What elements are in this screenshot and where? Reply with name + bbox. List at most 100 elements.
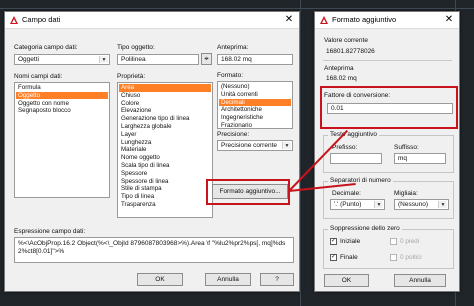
preview-value: 168.02 mq: [221, 56, 252, 63]
close-button[interactable]: ✕: [282, 13, 296, 27]
thousands-combo[interactable]: (Nessuno) ▼: [394, 199, 449, 210]
dialog-title: Campo dati: [22, 15, 61, 24]
ok-button[interactable]: OK: [324, 274, 369, 287]
current-value-label: Valore corrente: [324, 37, 368, 44]
property-item[interactable]: Colore: [119, 100, 211, 108]
properties-label: Proprietà:: [117, 73, 146, 80]
chevron-down-icon: ▼: [374, 201, 383, 208]
precision-combo[interactable]: Precisione corrente ▼: [217, 140, 293, 151]
property-item[interactable]: Larghezza globale: [119, 123, 211, 131]
zero-suppression-label: Soppressione dello zero: [328, 225, 402, 232]
decimal-label: Decimale:: [332, 190, 361, 197]
property-item[interactable]: Lunghezza: [119, 139, 211, 147]
final-checkbox[interactable]: ✓: [330, 254, 337, 261]
dialog-title: Formato aggiuntivo: [332, 15, 397, 24]
autocad-logo-icon: [10, 16, 18, 24]
format-item[interactable]: Architettoniche: [219, 106, 291, 114]
property-item[interactable]: Trasparenza: [119, 201, 211, 209]
precision-label: Precisione:: [217, 131, 250, 138]
chevron-down-icon: ▼: [438, 201, 447, 208]
inches-label: 0 pollici: [400, 254, 422, 261]
category-combo[interactable]: Oggetti ▼: [14, 54, 110, 65]
decimal-combo[interactable]: '.' (Punto) ▼: [330, 199, 385, 210]
property-item[interactable]: Nome oggetto: [119, 154, 211, 162]
initial-checkbox[interactable]: ✓: [330, 238, 337, 245]
property-item[interactable]: Spessore di linea: [119, 178, 211, 186]
field-name-item[interactable]: Segnaposto blocco: [16, 107, 108, 115]
suffix-input[interactable]: mq: [394, 153, 446, 164]
property-item[interactable]: Layer: [119, 131, 211, 139]
close-button[interactable]: ✕: [442, 13, 456, 27]
property-item[interactable]: Area: [119, 84, 211, 92]
field-name-item[interactable]: Oggetto: [16, 91, 108, 100]
property-item[interactable]: Stile di stampa: [119, 185, 211, 193]
property-item[interactable]: Materiale: [119, 146, 211, 154]
property-item[interactable]: Generazione tipo di linea: [119, 115, 211, 123]
properties-list[interactable]: Area Chiuso Colore Elevazione Generazione ti…: [117, 82, 213, 218]
thousands-value: (Nessuno): [398, 201, 428, 208]
expression-value: %<\AcObjProp.16.2 Object(%<\_ObjId 87960…: [18, 240, 286, 255]
preview-label: Anteprima:: [217, 44, 249, 51]
format-item[interactable]: Decimali: [219, 98, 291, 107]
preview-value: 168.02 mq: [326, 75, 357, 82]
initial-label: Iniziale: [340, 238, 361, 245]
format-list[interactable]: (Nessuno) Unità correnti Decimali Architett…: [217, 81, 293, 129]
inches-checkbox[interactable]: [390, 254, 397, 261]
precision-value: Precisione corrente: [221, 142, 277, 149]
cad-grid-line: [0, 8, 474, 9]
field-name-item[interactable]: Formula: [16, 84, 108, 92]
format-item[interactable]: (Nessuno): [219, 83, 291, 91]
field-name-item[interactable]: Oggetto con nome: [16, 100, 108, 108]
property-item[interactable]: Scala tipo di linea: [119, 162, 211, 170]
field-names-list[interactable]: Formula Oggetto Oggetto con nome Segnaposto…: [14, 82, 110, 198]
property-item[interactable]: Elevazione: [119, 107, 211, 115]
ok-button[interactable]: OK: [137, 273, 183, 286]
object-type-value: Polilinea: [121, 56, 146, 63]
category-label: Categoria campo dati:: [14, 44, 78, 51]
campo-dati-dialog: Campo dati ✕ Categoria campo dati: Ogget…: [4, 11, 300, 292]
object-type-field[interactable]: Polilinea: [117, 54, 199, 65]
additional-text-label: Testo aggiuntivo: [328, 131, 379, 138]
titlebar: Campo dati ✕: [5, 12, 299, 29]
annotation-box-additional-format: [206, 179, 290, 205]
feet-label: 0 piedi: [400, 238, 420, 245]
preview-label: Anteprima: [324, 65, 354, 72]
cancel-button[interactable]: Annulla: [205, 273, 251, 286]
zero-suppression-group: Soppressione dello zero ✓ Iniziale 0 pie…: [323, 225, 454, 269]
thousands-label: Migliaia:: [394, 190, 418, 197]
suffix-label: Suffisso:: [394, 144, 419, 151]
chevron-down-icon: ▼: [282, 142, 291, 149]
titlebar: Formato aggiuntivo ✕: [315, 12, 459, 29]
property-item[interactable]: Tipo di linea: [119, 193, 211, 201]
expression-label: Espressione campo dati:: [14, 228, 86, 235]
pick-object-icon: ⌖: [204, 54, 209, 63]
number-separators-label: Separatori di numero: [328, 177, 393, 184]
category-value: Oggetti: [18, 56, 39, 63]
property-item[interactable]: Spessore: [119, 170, 211, 178]
final-label: Finale: [340, 254, 358, 261]
additional-text-group: Testo aggiuntivo Prefisso: Suffisso: mq: [323, 131, 454, 173]
cad-grid-line: [300, 0, 301, 306]
format-item[interactable]: Ingegneristiche: [219, 114, 291, 122]
format-item[interactable]: Unità correnti: [219, 91, 291, 99]
formato-aggiuntivo-dialog: Formato aggiuntivo ✕ Valore corrente 168…: [314, 11, 460, 292]
decimal-value: '.' (Punto): [334, 201, 362, 208]
cancel-button[interactable]: Annulla: [394, 274, 446, 287]
preview-field: 168.02 mq: [217, 54, 293, 65]
expression-field[interactable]: %<\AcObjProp.16.2 Object(%<\_ObjId 87960…: [14, 237, 294, 263]
select-object-button[interactable]: ⌖: [201, 53, 212, 65]
property-item[interactable]: Chiuso: [119, 92, 211, 100]
help-button[interactable]: ?: [260, 273, 294, 286]
prefix-input[interactable]: [330, 153, 382, 164]
current-value: 16801.82778026: [326, 48, 375, 55]
chevron-down-icon: ▼: [99, 56, 108, 63]
field-names-label: Nomi campi dati:: [14, 73, 63, 80]
format-item[interactable]: Frazionario: [219, 122, 291, 130]
suffix-value: mq: [398, 155, 408, 162]
prefix-label: Prefisso:: [332, 144, 358, 151]
format-label: Formato:: [217, 72, 244, 79]
divider: [323, 60, 452, 61]
annotation-box-conversion-factor: [320, 86, 458, 129]
feet-checkbox[interactable]: [390, 238, 397, 245]
autocad-logo-icon: [320, 16, 328, 24]
